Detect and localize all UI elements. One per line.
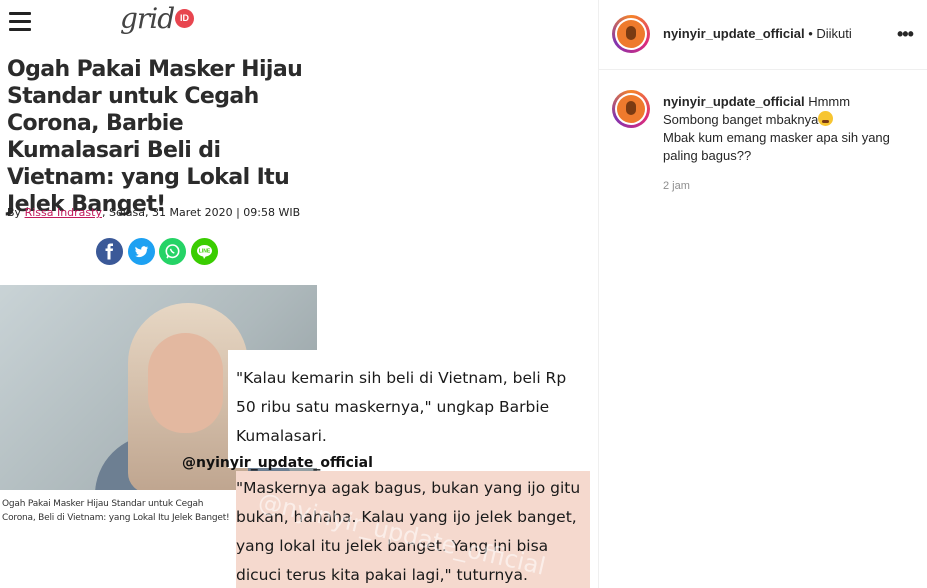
site-logo-text: grid <box>120 2 175 35</box>
username-link[interactable]: nyinyir_update_official <box>663 26 805 41</box>
post-sidebar: nyinyir_update_official • Diikuti ••• ny… <box>598 0 927 588</box>
quote-block: "Kalau kemarin sih beli di Vietnam, beli… <box>228 350 598 468</box>
comment-avatar[interactable] <box>612 90 650 128</box>
comment-timestamp[interactable]: 2 jam <box>663 180 690 192</box>
site-logo-badge: ID <box>175 9 194 28</box>
facebook-icon <box>96 238 123 265</box>
svg-text:LINE: LINE <box>199 249 211 255</box>
article-byline: By Rissa Indrasty, Selasa, 31 Maret 2020… <box>7 206 300 219</box>
avatar[interactable] <box>612 15 650 53</box>
author-link: Rissa Indrasty <box>24 206 102 219</box>
article-headline: Ogah Pakai Masker Hijau Standar untuk Ce… <box>7 57 303 217</box>
more-horizontal-icon[interactable]: ••• <box>897 24 914 45</box>
watermark-text: @nyinyir_update_official <box>182 455 373 471</box>
site-logo: grid <box>120 2 175 35</box>
tired-face-emoji-icon <box>818 111 834 126</box>
twitter-icon <box>128 238 155 265</box>
quote-text-1: "Kalau kemarin sih beli di Vietnam, beli… <box>236 369 567 445</box>
line-icon: LINE <box>191 238 218 265</box>
byline-date: , Selasa, 31 Maret 2020 | 09:58 WIB <box>101 206 301 219</box>
comment-text-2: Mbak kum emang masker apa sih yang palin… <box>663 130 890 163</box>
post-header: nyinyir_update_official • Diikuti ••• <box>599 0 927 70</box>
menu-icon <box>9 12 31 32</box>
whatsapp-icon <box>159 238 186 265</box>
follow-status[interactable]: • Diikuti <box>808 26 852 41</box>
post-author: nyinyir_update_official • Diikuti <box>663 26 852 41</box>
caption-comment: nyinyir_update_official Hmmm Sombong ban… <box>663 93 903 165</box>
photo-caption: Ogah Pakai Masker Hijau Standar untuk Ce… <box>2 499 230 523</box>
post-image: grid ID Ogah Pakai Masker Hijau Standar … <box>0 0 598 588</box>
byline-prefix: By <box>7 206 25 219</box>
comment-username[interactable]: nyinyir_update_official <box>663 94 805 109</box>
